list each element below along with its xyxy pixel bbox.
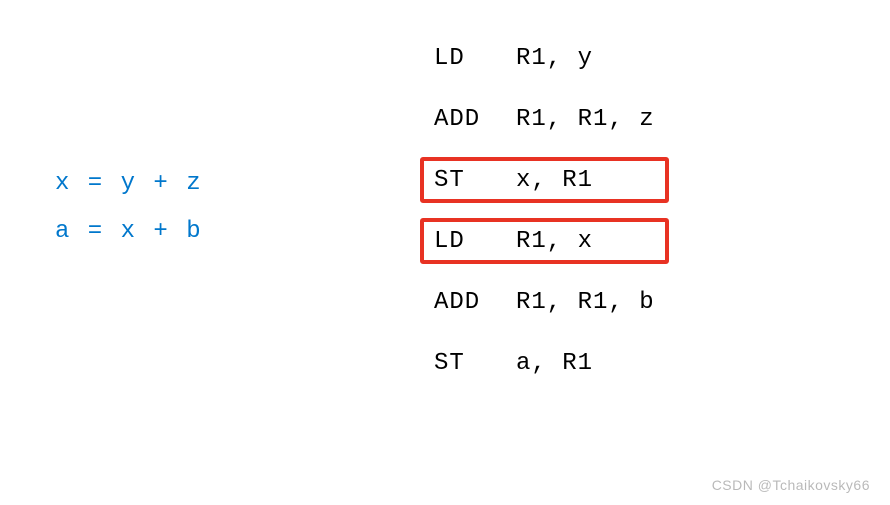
asm-operands: R1, R1, b bbox=[516, 289, 655, 316]
asm-operands: a, R1 bbox=[516, 350, 593, 377]
asm-operands: R1, R1, z bbox=[516, 106, 655, 133]
asm-operands: R1, x bbox=[516, 228, 593, 255]
source-code-block: x = y + z a = x + b bbox=[55, 160, 203, 256]
asm-opcode: ST bbox=[434, 350, 516, 377]
asm-line-highlighted: ST x, R1 bbox=[420, 157, 669, 203]
asm-line: LD R1, y bbox=[420, 35, 669, 81]
asm-opcode: ADD bbox=[434, 289, 516, 316]
watermark: CSDN @Tchaikovsky66 bbox=[712, 477, 870, 493]
asm-operands: x, R1 bbox=[516, 167, 593, 194]
source-line: a = x + b bbox=[55, 208, 203, 256]
asm-line: ADD R1, R1, z bbox=[420, 96, 669, 142]
assembly-listing: LD R1, y ADD R1, R1, z ST x, R1 LD R1, x… bbox=[420, 20, 669, 401]
asm-operands: R1, y bbox=[516, 45, 593, 72]
asm-line: ADD R1, R1, b bbox=[420, 279, 669, 325]
asm-opcode: ADD bbox=[434, 106, 516, 133]
asm-opcode: ST bbox=[434, 167, 516, 194]
asm-opcode: LD bbox=[434, 45, 516, 72]
asm-opcode: LD bbox=[434, 228, 516, 255]
figure: x = y + z a = x + b LD R1, y ADD R1, R1,… bbox=[0, 0, 890, 505]
source-line: x = y + z bbox=[55, 160, 203, 208]
asm-line-highlighted: LD R1, x bbox=[420, 218, 669, 264]
asm-line: ST a, R1 bbox=[420, 340, 669, 386]
